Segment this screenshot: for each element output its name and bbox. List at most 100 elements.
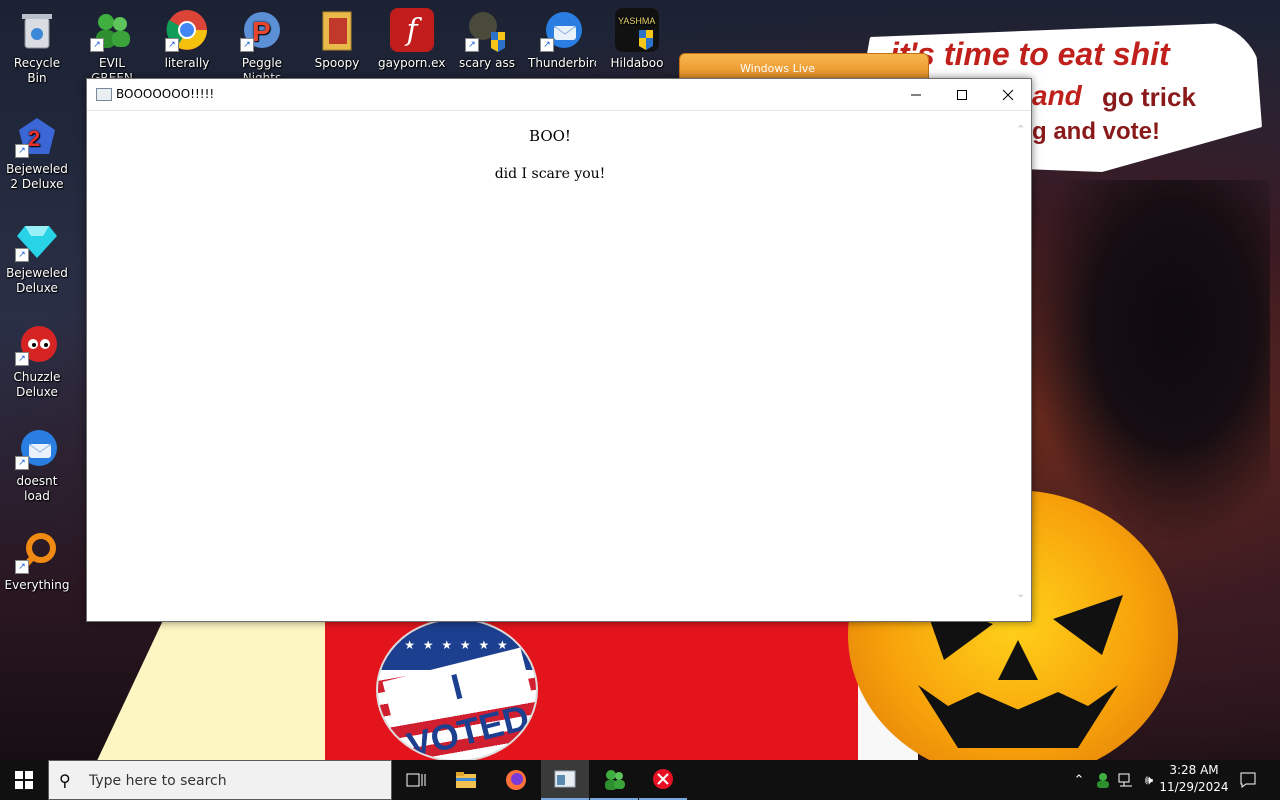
shortcut-arrow-icon: ↗: [15, 456, 29, 470]
taskbar-firefox[interactable]: [492, 760, 540, 800]
search-placeholder: Type here to search: [89, 773, 227, 789]
pumpkin-mouth: [918, 685, 1118, 748]
shortcut-arrow-icon: ↗: [540, 38, 554, 52]
i-voted-badge: ★ ★ ★ ★ ★ ★ I VOTED: [376, 618, 538, 762]
desktop-icon-scary-ass[interactable]: ↗ scary ass: [453, 8, 521, 71]
scroll-up-icon[interactable]: ⌃: [1016, 123, 1025, 136]
tray-overflow-chevron-icon[interactable]: ⌃: [1068, 760, 1090, 800]
pumpkin-eye-right: [1053, 595, 1123, 655]
wallpaper-yellow-shape: [95, 615, 330, 765]
icon-label: Hildaboo: [610, 56, 664, 70]
desktop-icon-everything[interactable]: ↗ Everything: [3, 530, 71, 593]
close-icon: [1002, 89, 1014, 100]
icon-label: doesnt load: [16, 474, 58, 503]
desktop-icon-peggle[interactable]: P↗ Peggle Nights: [228, 8, 296, 86]
icon-label: Thunderbird: [528, 56, 596, 70]
windows-logo-icon: [15, 771, 33, 789]
desktop-icon-recycle-bin[interactable]: Recycle Bin: [3, 8, 71, 86]
desktop-icon-spoopy[interactable]: Spoopy: [303, 8, 371, 71]
notifications-button[interactable]: [1234, 760, 1262, 800]
green-men-icon: [605, 770, 625, 790]
flash-icon: f: [390, 8, 434, 52]
scare-message: did I scare you!: [494, 166, 606, 182]
thunderbird-icon: ↗: [540, 8, 584, 52]
folder-icon: [456, 772, 476, 788]
shortcut-arrow-icon: ↗: [165, 38, 179, 52]
desktop-icon-flash[interactable]: f gayporn.exe: [378, 8, 446, 71]
recycle-bin-icon: [15, 8, 59, 52]
speech-line-3: g and vote!: [1032, 118, 1161, 145]
bejeweled2-icon: 2 ↗: [15, 114, 59, 158]
close-button[interactable]: [985, 79, 1031, 110]
taskbar-clock[interactable]: 3:28 AM 11/29/2024: [1158, 762, 1230, 796]
volume-icon[interactable]: 🕪: [1138, 760, 1160, 800]
speech-line-2a: and: [1032, 80, 1082, 111]
icon-label: Spoopy: [314, 56, 360, 70]
desktop-icon-green-men[interactable]: ↗ EVIL GREEN MEN GO: [78, 8, 146, 86]
boo-window: BOOOOOOO!!!!! BOO! did I scare you! ⌃ ⌄: [86, 78, 1032, 622]
network-icon[interactable]: [1115, 760, 1137, 800]
scroll-down-icon[interactable]: ⌄: [1016, 587, 1025, 600]
scary-icon: ↗: [465, 8, 509, 52]
minimize-button[interactable]: [893, 79, 939, 110]
tray-people-icon[interactable]: [1092, 760, 1114, 800]
task-view-icon: [406, 773, 426, 787]
window-titlebar[interactable]: BOOOOOOO!!!!!: [87, 79, 1031, 111]
desktop-icon-chrome[interactable]: ↗ literally: [153, 8, 221, 71]
start-button[interactable]: [0, 760, 48, 800]
taskbar: ⚲ Type here to search ⌃ 🕪 3:28 AM 11/29/…: [0, 760, 1280, 800]
taskbar-green-men[interactable]: [590, 760, 638, 800]
chrome-icon: ↗: [165, 8, 209, 52]
shortcut-arrow-icon: ↗: [90, 38, 104, 52]
taskbar-boo-window[interactable]: [541, 760, 589, 800]
shortcut-arrow-icon: ↗: [240, 38, 254, 52]
svg-text:YASHMA: YASHMA: [618, 16, 655, 26]
maximize-button[interactable]: [939, 79, 985, 110]
speech-line-1: it's time to eat shit: [890, 36, 1170, 72]
shortcut-arrow-icon: ↗: [15, 144, 29, 158]
task-view-button[interactable]: [392, 760, 440, 800]
icon-label: Bejeweled 2 Deluxe: [6, 162, 68, 191]
everything-icon: ↗: [15, 530, 59, 574]
maximize-icon: [957, 89, 967, 100]
icon-label: Chuzzle Deluxe: [13, 370, 61, 399]
taskbar-error-app[interactable]: [639, 760, 687, 800]
desktop-icon-doesnt-load[interactable]: ↗ doesnt load: [3, 426, 71, 504]
speech-line-2b: go trick: [1102, 82, 1196, 112]
vertical-scrollbar[interactable]: ⌃ ⌄: [1013, 111, 1029, 619]
window-title: BOOOOOOO!!!!!: [116, 87, 215, 101]
desktop-icon-thunderbird[interactable]: ↗ Thunderbird: [528, 8, 596, 71]
network-glyph-icon: [1118, 773, 1132, 787]
error-x-icon: [653, 769, 673, 789]
minimize-icon: [911, 94, 921, 95]
desktop-icon-chuzzle[interactable]: ↗ Chuzzle Deluxe: [3, 322, 71, 400]
icon-label: literally: [164, 56, 210, 70]
boo-heading: BOO!: [529, 127, 571, 145]
clock-date: 11/29/2024: [1159, 780, 1229, 794]
desktop-icon-bejeweled2[interactable]: 2 ↗ Bejeweled 2 Deluxe: [3, 114, 71, 192]
svg-text:2: 2: [28, 126, 40, 151]
chuzzle-icon: ↗: [15, 322, 59, 366]
people-icon: [1097, 773, 1109, 788]
yashma-icon: YASHMA: [615, 8, 659, 52]
icon-label: gayporn.exe: [378, 56, 446, 70]
background-window-title: Windows Live: [740, 62, 816, 75]
shortcut-arrow-icon: ↗: [15, 248, 29, 262]
desktop-icon-bejeweled[interactable]: ↗ Bejeweled Deluxe: [3, 218, 71, 296]
app-icon: [96, 88, 112, 101]
desktop-icon-hildaboo[interactable]: YASHMA Hildaboo: [603, 8, 671, 71]
taskbar-search-box[interactable]: ⚲ Type here to search: [48, 760, 392, 800]
shortcut-arrow-icon: ↗: [465, 38, 479, 52]
notification-icon: [1240, 772, 1256, 788]
thunderbird-icon: ↗: [15, 426, 59, 470]
taskbar-file-explorer[interactable]: [442, 760, 490, 800]
pumpkin-nose: [998, 640, 1038, 680]
search-icon: ⚲: [59, 771, 71, 790]
icon-label: Recycle Bin: [13, 56, 61, 85]
peggle-icon: P ↗: [240, 8, 284, 52]
shortcut-arrow-icon: ↗: [15, 560, 29, 574]
svg-text:P: P: [252, 16, 271, 47]
icon-label: Everything: [4, 578, 70, 592]
wallpaper-tree: [1030, 180, 1270, 540]
bejeweled-icon: ↗: [15, 218, 59, 262]
